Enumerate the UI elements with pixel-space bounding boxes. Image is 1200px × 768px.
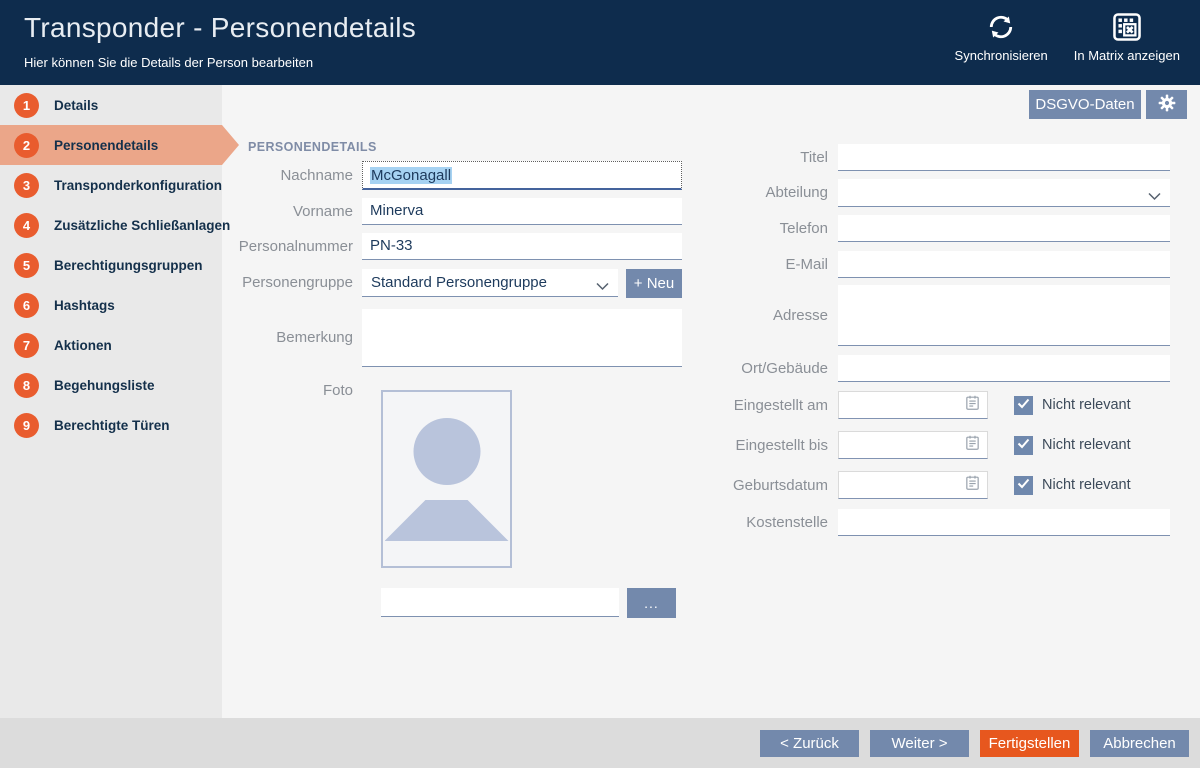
- check-icon: [1017, 436, 1030, 454]
- new-persongroup-button[interactable]: + Neu: [626, 269, 682, 298]
- check-icon: [1017, 396, 1030, 414]
- nachname-input[interactable]: McGonagall: [362, 161, 682, 190]
- step-number-badge: 9: [14, 413, 39, 438]
- bemerkung-label: Bemerkung: [222, 309, 362, 367]
- sidebar-item-details[interactable]: 1 Details: [0, 85, 222, 125]
- sidebar-item-aktionen[interactable]: 7 Aktionen: [0, 325, 222, 365]
- sync-icon: [985, 11, 1017, 43]
- ort-gebaeude-input[interactable]: [838, 355, 1170, 382]
- synchronize-label: Synchronisieren: [955, 48, 1048, 63]
- geburtsdatum-nicht-relevant-checkbox[interactable]: [1014, 476, 1033, 495]
- vorname-input[interactable]: Minerva: [362, 198, 682, 225]
- sidebar-item-berechtigte-tueren[interactable]: 9 Berechtigte Türen: [0, 405, 222, 445]
- eingestellt-am-label: Eingestellt am: [708, 397, 838, 414]
- email-input[interactable]: [838, 251, 1170, 278]
- cancel-button[interactable]: Abbrechen: [1090, 730, 1189, 757]
- wizard-sidebar: 1 Details 2 Personendetails 3 Transponde…: [0, 85, 222, 718]
- sidebar-item-personendetails[interactable]: 2 Personendetails: [0, 125, 222, 165]
- step-number-badge: 8: [14, 373, 39, 398]
- abteilung-label: Abteilung: [708, 179, 838, 207]
- selected-text: McGonagall: [370, 167, 452, 184]
- eingestellt-am-date-input[interactable]: [838, 391, 988, 419]
- photo-placeholder[interactable]: [381, 390, 512, 568]
- show-in-matrix-button[interactable]: In Matrix anzeigen: [1074, 11, 1180, 63]
- page-title: Transponder - Personendetails: [24, 12, 416, 44]
- main-content: DSGVO-Daten PERS: [222, 85, 1200, 718]
- titel-label: Titel: [708, 144, 838, 171]
- header-actions: Synchronisieren: [955, 11, 1180, 63]
- abteilung-select[interactable]: [838, 179, 1170, 207]
- avatar-body-icon: [385, 500, 509, 541]
- step-number-badge: 5: [14, 253, 39, 278]
- sidebar-item-hashtags[interactable]: 6 Hashtags: [0, 285, 222, 325]
- vorname-label: Vorname: [222, 198, 362, 225]
- eingestellt-bis-nicht-relevant-checkbox[interactable]: [1014, 436, 1033, 455]
- step-number-badge: 3: [14, 173, 39, 198]
- titel-input[interactable]: [838, 144, 1170, 171]
- check-icon: [1017, 476, 1030, 494]
- gear-icon: [1157, 93, 1177, 117]
- synchronize-button[interactable]: Synchronisieren: [955, 11, 1048, 63]
- geburtsdatum-label: Geburtsdatum: [708, 477, 838, 494]
- kostenstelle-label: Kostenstelle: [708, 509, 838, 536]
- sidebar-item-begehungsliste[interactable]: 8 Begehungsliste: [0, 365, 222, 405]
- header-bar: Transponder - Personendetails Hier könne…: [0, 0, 1200, 85]
- chevron-down-icon: [1148, 188, 1161, 197]
- avatar-head-icon: [413, 418, 480, 485]
- telefon-label: Telefon: [708, 215, 838, 242]
- settings-gear-button[interactable]: [1146, 90, 1187, 119]
- personalnummer-label: Personalnummer: [222, 233, 362, 260]
- eingestellt-am-nicht-relevant-checkbox[interactable]: [1014, 396, 1033, 415]
- step-number-badge: 4: [14, 213, 39, 238]
- personengruppe-select[interactable]: Standard Personengruppe: [362, 269, 618, 297]
- step-number-badge: 2: [14, 133, 39, 158]
- section-title: PERSONENDETAILS: [248, 140, 377, 154]
- sidebar-item-berechtigungsgruppen[interactable]: 5 Berechtigungsgruppen: [0, 245, 222, 285]
- back-button[interactable]: < Zurück: [760, 730, 859, 757]
- bemerkung-textarea[interactable]: [362, 309, 682, 367]
- kostenstelle-input[interactable]: [838, 509, 1170, 536]
- ort-gebaeude-label: Ort/Gebäude: [708, 355, 838, 382]
- email-label: E-Mail: [708, 251, 838, 278]
- sidebar-item-transponderkonfiguration[interactable]: 3 Transponderkonfiguration: [0, 165, 222, 205]
- finish-button[interactable]: Fertigstellen: [980, 730, 1079, 757]
- eingestellt-bis-date-input[interactable]: [838, 431, 988, 459]
- sidebar-item-zusaetzliche-schliessanlagen[interactable]: 4 Zusätzliche Schließanlagen: [0, 205, 222, 245]
- app-window: Transponder - Personendetails Hier könne…: [0, 0, 1200, 768]
- show-in-matrix-label: In Matrix anzeigen: [1074, 48, 1180, 63]
- telefon-input[interactable]: [838, 215, 1170, 242]
- step-number-badge: 7: [14, 333, 39, 358]
- calendar-icon: [964, 394, 981, 416]
- page-subtitle: Hier können Sie die Details der Person b…: [24, 55, 313, 70]
- geburtsdatum-date-input[interactable]: [838, 471, 988, 499]
- calendar-icon: [964, 474, 981, 496]
- adresse-label: Adresse: [708, 285, 838, 346]
- step-number-badge: 1: [14, 93, 39, 118]
- adresse-textarea[interactable]: [838, 285, 1170, 346]
- chevron-down-icon: [596, 278, 609, 287]
- matrix-icon: [1111, 11, 1143, 43]
- photo-path-input[interactable]: [381, 588, 619, 617]
- personengruppe-label: Personengruppe: [222, 269, 362, 298]
- calendar-icon: [964, 434, 981, 456]
- nachname-label: Nachname: [222, 161, 362, 190]
- footer-bar: < Zurück Weiter > Fertigstellen Abbreche…: [0, 718, 1200, 768]
- foto-label: Foto: [222, 382, 362, 399]
- personalnummer-input[interactable]: PN-33: [362, 233, 682, 260]
- eingestellt-bis-label: Eingestellt bis: [708, 437, 838, 454]
- next-button[interactable]: Weiter >: [870, 730, 969, 757]
- browse-photo-button[interactable]: ...: [627, 588, 676, 618]
- step-number-badge: 6: [14, 293, 39, 318]
- dsgvo-data-button[interactable]: DSGVO-Daten: [1029, 90, 1141, 119]
